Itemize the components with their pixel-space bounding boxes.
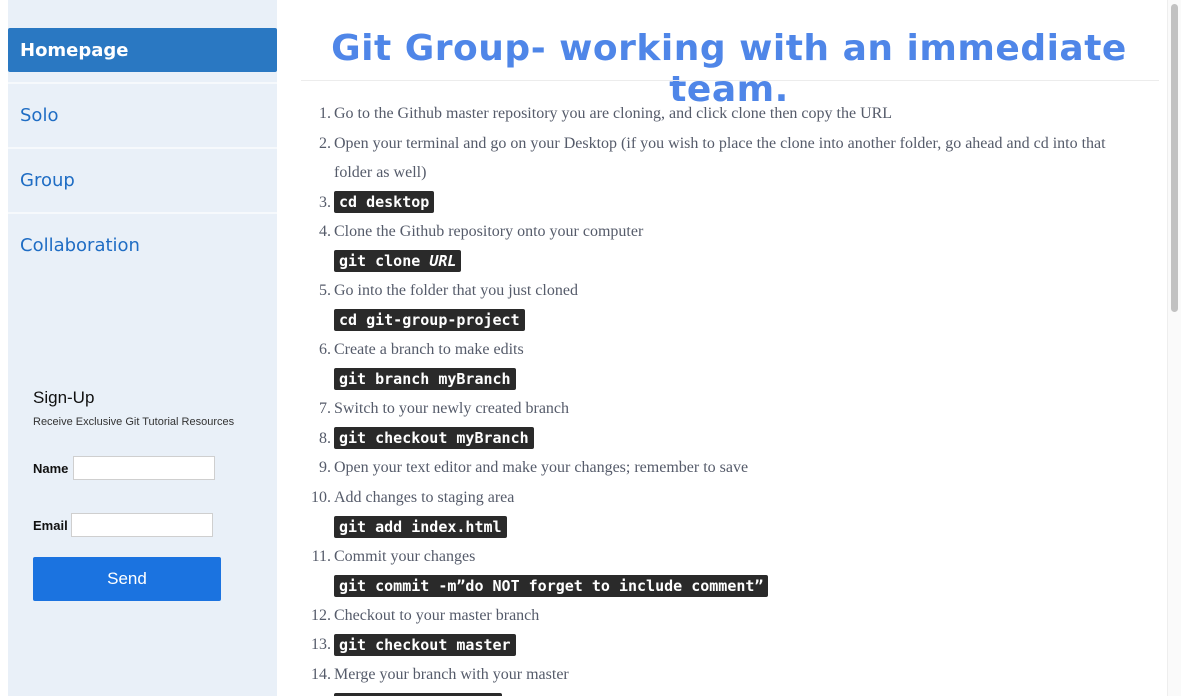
step-text: Create a branch to make edits — [334, 341, 524, 358]
email-label: Email — [33, 518, 68, 533]
steps-list: 1. Go to the Github master repository yo… — [277, 99, 1147, 696]
step-number: 3. — [319, 193, 331, 211]
sidebar-item-homepage[interactable]: Homepage — [8, 28, 277, 72]
list-item: 3. cd desktop — [277, 188, 1147, 218]
code-line: cd git-group-project — [277, 306, 1147, 336]
name-field[interactable] — [73, 456, 215, 480]
list-item: 9. Open your text editor and make your c… — [277, 453, 1147, 483]
step-text: Add changes to staging area — [334, 488, 515, 506]
scrollbar-thumb[interactable] — [1171, 4, 1178, 312]
list-item: 2. Open your terminal and go on your Des… — [277, 129, 1147, 188]
list-item: 8. git checkout myBranch — [277, 424, 1147, 454]
code-snippet: git clone URL — [334, 250, 462, 273]
main-content: Git Group- working with an immediate tea… — [277, 0, 1167, 696]
sidebar-item-group[interactable]: Group — [8, 149, 277, 211]
list-item: 5. Go into the folder that you just clon… — [277, 276, 1147, 306]
code-placeholder: URL — [429, 252, 457, 271]
list-item: 13. git checkout master — [277, 630, 1147, 660]
step-text: Open your terminal and go on your Deskto… — [334, 134, 1106, 182]
step-text: Merge your branch with your master — [334, 665, 569, 683]
step-text: Go into the folder that you just cloned — [334, 282, 578, 299]
code-snippet: cd desktop — [334, 191, 435, 214]
list-item: 7. Switch to your newly created branch — [277, 394, 1147, 424]
step-number: 5. — [319, 282, 331, 299]
step-text: Open your text editor and make your chan… — [334, 459, 749, 476]
signup-title: Sign-Up — [33, 388, 95, 407]
title-divider — [301, 80, 1159, 81]
code-snippet: cd git-group-project — [334, 309, 525, 332]
step-number: 14. — [311, 665, 331, 683]
code-snippet: git add index.html — [334, 515, 507, 538]
step-number: 10. — [311, 488, 331, 506]
sidebar-item-collaboration[interactable]: Collaboration — [8, 214, 277, 276]
list-item: 10. Add changes to staging area — [277, 483, 1147, 513]
step-text: Clone the Github repository onto your co… — [334, 223, 644, 240]
code-line: git branch myBranch — [277, 365, 1147, 395]
name-label: Name — [33, 461, 69, 476]
step-number: 7. — [319, 400, 331, 417]
list-item: 14. Merge your branch with your master — [277, 660, 1147, 690]
step-number: 1. — [319, 105, 331, 122]
step-number: 9. — [319, 459, 331, 476]
step-number: 13. — [311, 636, 331, 653]
vertical-scrollbar[interactable] — [1167, 0, 1181, 696]
list-item: 11. Commit your changes — [277, 542, 1147, 572]
step-text: Switch to your newly created branch — [334, 400, 570, 417]
code-line: git commit -m”do NOT forget to include c… — [277, 571, 1147, 601]
list-item: 4. Clone the Github repository onto your… — [277, 217, 1147, 247]
email-field[interactable] — [71, 513, 213, 537]
page-title: Git Group- working with an immediate tea… — [331, 28, 1127, 110]
code-snippet: git commit -m”do NOT forget to include c… — [334, 574, 769, 597]
list-item: 12. Checkout to your master branch — [277, 601, 1147, 631]
step-number: 12. — [311, 606, 331, 624]
sidebar: Homepage Solo Group Collaboration Sign-U… — [8, 0, 277, 696]
send-button[interactable]: Send — [33, 557, 221, 601]
signup-subtitle: Receive Exclusive Git Tutorial Resources — [33, 416, 235, 428]
code-snippet: git checkout myBranch — [334, 427, 534, 450]
step-number: 8. — [319, 429, 331, 447]
code-line: git add index.html — [277, 512, 1147, 542]
code-snippet: git branch myBranch — [334, 368, 516, 391]
step-number: 4. — [319, 223, 331, 240]
step-number: 2. — [319, 134, 331, 152]
code-line: git clone URL — [277, 247, 1147, 277]
code-line — [277, 689, 1147, 696]
step-text: Checkout to your master branch — [334, 606, 540, 624]
sidebar-item-solo[interactable]: Solo — [8, 84, 277, 146]
step-number: 6. — [319, 341, 331, 358]
step-text: Go to the Github master repository you a… — [334, 105, 893, 122]
step-number: 11. — [311, 547, 331, 565]
code-snippet: git checkout master — [334, 633, 516, 656]
list-item: 6. Create a branch to make edits — [277, 335, 1147, 365]
code-command: git clone — [339, 252, 430, 271]
list-item: 1. Go to the Github master repository yo… — [277, 99, 1147, 129]
step-text: Commit your changes — [334, 547, 476, 565]
